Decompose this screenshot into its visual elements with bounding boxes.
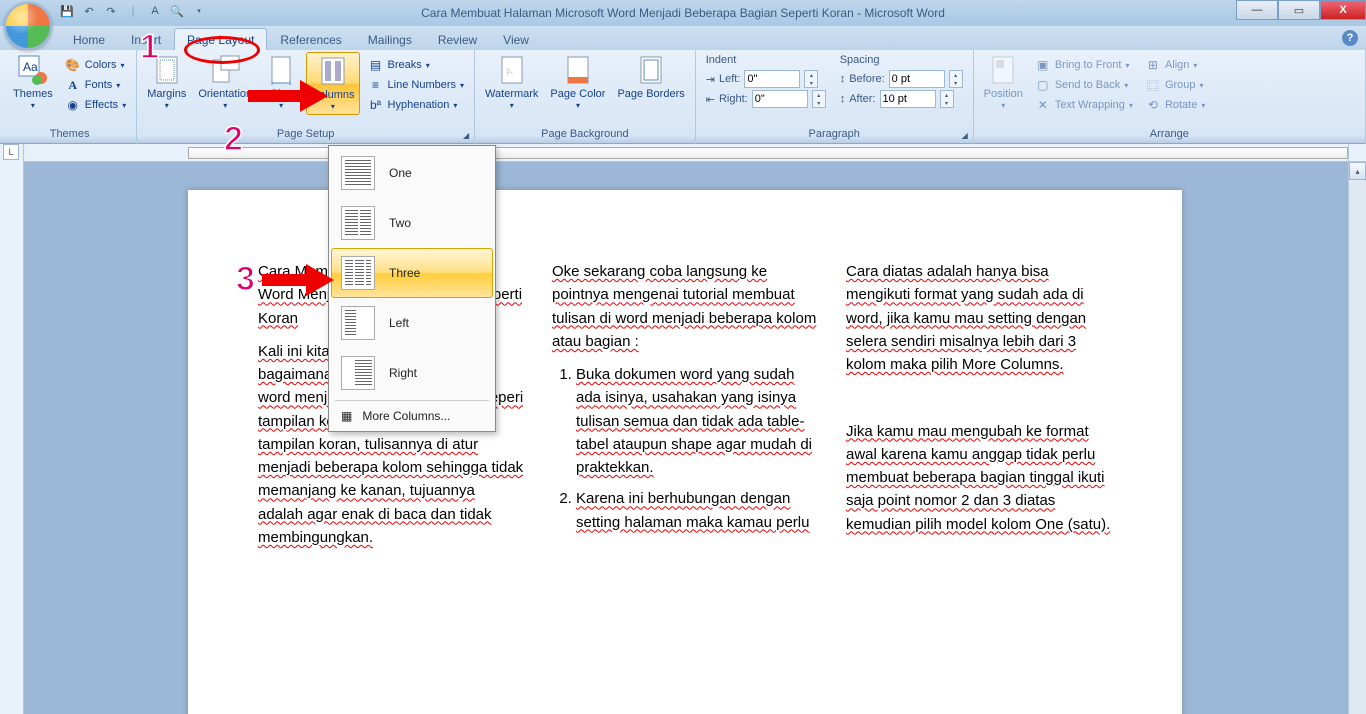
three-column-icon — [341, 256, 375, 290]
indent-right-spinner[interactable]: ▴▾ — [812, 90, 826, 108]
doc-paragraph: Cara diatas adalah hanya bisa mengikuti … — [846, 260, 1112, 376]
columns-dropdown: One Two Three Left Right ▦More Columns..… — [328, 145, 496, 432]
more-columns-icon: ▦ — [341, 409, 352, 423]
doc-list-item: Karena ini berhubungan dengan setting ha… — [576, 487, 818, 534]
effects-button[interactable]: ◉Effects▾ — [61, 96, 130, 114]
spacing-after-input[interactable] — [880, 90, 936, 108]
tab-selector-button[interactable]: L — [3, 144, 19, 160]
fonts-button[interactable]: AFonts▾ — [61, 76, 130, 94]
window-title: Cara Membuat Halaman Microsoft Word Menj… — [421, 6, 945, 20]
group-button: ⿴Group▾ — [1141, 76, 1209, 94]
indent-left-input[interactable] — [744, 70, 800, 88]
page-setup-dialog-icon[interactable]: ◢ — [460, 131, 472, 143]
group-paragraph-label: Paragraph◢ — [702, 128, 967, 144]
two-column-icon — [341, 206, 375, 240]
tab-insert[interactable]: Insert — [118, 28, 174, 50]
watermark-button[interactable]: AWatermark▾ — [481, 52, 542, 113]
paragraph-dialog-icon[interactable]: ◢ — [959, 131, 971, 143]
rotate-button: ⟲Rotate▾ — [1141, 96, 1209, 114]
columns-option-two[interactable]: Two — [331, 198, 493, 248]
scroll-up-button[interactable]: ▴ — [1349, 162, 1366, 180]
doc-paragraph: Oke sekarang coba langsung ke pointnya m… — [552, 260, 818, 353]
spacing-after-spinner[interactable]: ▴▾ — [940, 90, 954, 108]
office-button[interactable] — [4, 2, 52, 50]
doc-list-item: Buka dokumen word yang sudah ada isinya,… — [576, 363, 818, 479]
group-page-setup-label: Page Setup◢ — [143, 128, 468, 144]
hyphenation-button[interactable]: bªHyphenation▾ — [364, 96, 469, 114]
indent-label: Indent — [706, 54, 826, 66]
size-button[interactable]: Size▾ — [260, 52, 302, 113]
tab-view[interactable]: View — [490, 28, 542, 50]
qat-undo-icon[interactable]: ↶ — [80, 2, 98, 20]
columns-option-right[interactable]: Right — [331, 348, 493, 398]
qat-redo-icon[interactable]: ↷ — [102, 2, 120, 20]
vertical-ruler: L — [0, 144, 24, 714]
themes-label: Themes — [13, 88, 53, 101]
margins-button[interactable]: Margins▾ — [143, 52, 190, 113]
indent-left-spinner[interactable]: ▴▾ — [804, 70, 818, 88]
qat-preview-icon[interactable]: 🔍 — [168, 2, 186, 20]
orientation-button[interactable]: Orientation▾ — [194, 52, 256, 113]
right-column-icon — [341, 356, 375, 390]
left-column-icon — [341, 306, 375, 340]
tab-references[interactable]: References — [267, 28, 354, 50]
qat-sep1: | — [124, 2, 142, 20]
vertical-scrollbar[interactable]: ▴ — [1348, 162, 1366, 714]
qat-customize-icon[interactable]: ▾ — [190, 2, 208, 20]
breaks-button[interactable]: ▤Breaks▾ — [364, 56, 469, 74]
columns-option-left[interactable]: Left — [331, 298, 493, 348]
columns-option-one[interactable]: One — [331, 148, 493, 198]
indent-right-input[interactable] — [752, 90, 808, 108]
align-button: ⊞Align▾ — [1141, 56, 1209, 74]
maximize-button[interactable]: ▭ — [1278, 0, 1320, 20]
dropdown-separator — [335, 400, 489, 401]
qat-custom-icon[interactable]: A — [146, 2, 164, 20]
group-arrange-label: Arrange — [980, 128, 1359, 144]
spacing-label: Spacing — [840, 54, 963, 66]
spacing-after-icon: ↕ — [840, 93, 846, 105]
close-button[interactable]: X — [1320, 0, 1366, 20]
spacing-before-icon: ↕ — [840, 73, 846, 85]
indent-right-icon: ⇤ — [706, 93, 715, 106]
tab-home[interactable]: Home — [60, 28, 118, 50]
spacing-before-input[interactable] — [889, 70, 945, 88]
position-button[interactable]: Position▾ — [980, 52, 1027, 113]
colors-button[interactable]: 🎨Colors▾ — [61, 56, 130, 74]
columns-option-three[interactable]: Three — [331, 248, 493, 298]
columns-button[interactable]: Columns▾ — [306, 52, 359, 115]
tab-review[interactable]: Review — [425, 28, 490, 50]
bring-to-front-button: ▣Bring to Front▾ — [1031, 56, 1137, 74]
qat-save-icon[interactable]: 💾 — [58, 2, 76, 20]
ruler-toggle-button[interactable] — [1348, 144, 1366, 162]
one-column-icon — [341, 156, 375, 190]
svg-text:Aa: Aa — [23, 60, 38, 74]
tab-page-layout[interactable]: Page Layout — [174, 28, 267, 50]
indent-left-icon: ⇥ — [706, 73, 715, 86]
page-color-button[interactable]: Page Color▾ — [546, 52, 609, 113]
send-to-back-button: ▢Send to Back▾ — [1031, 76, 1137, 94]
horizontal-ruler[interactable] — [24, 144, 1348, 162]
spacing-before-spinner[interactable]: ▴▾ — [949, 70, 963, 88]
themes-button[interactable]: Aa Themes▾ — [9, 52, 57, 113]
group-themes-label: Themes — [9, 128, 130, 144]
minimize-button[interactable]: — — [1236, 0, 1278, 20]
help-icon[interactable]: ? — [1342, 30, 1358, 46]
tab-mailings[interactable]: Mailings — [355, 28, 425, 50]
line-numbers-button[interactable]: ≡Line Numbers▾ — [364, 76, 469, 94]
group-page-bg-label: Page Background — [481, 128, 689, 144]
text-wrapping-button: ✕Text Wrapping▾ — [1031, 96, 1137, 114]
page-borders-button[interactable]: Page Borders — [613, 52, 688, 103]
doc-paragraph: Jika kamu mau mengubah ke format awal ka… — [846, 420, 1112, 536]
more-columns-option[interactable]: ▦More Columns... — [331, 403, 493, 429]
